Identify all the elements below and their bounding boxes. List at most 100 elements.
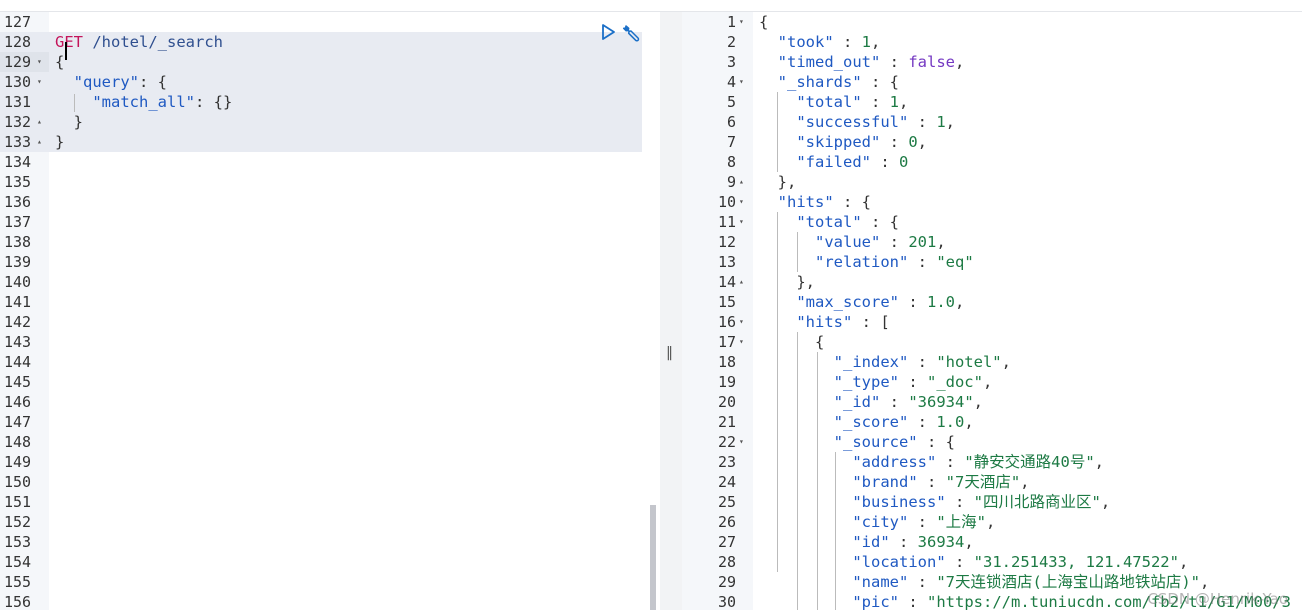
indent-guide <box>777 92 778 172</box>
fold-down-icon[interactable]: ▾ <box>739 72 744 92</box>
code-text: "value" : 201, <box>759 232 946 252</box>
token-punc <box>759 233 815 251</box>
token-punc: : <box>833 33 862 51</box>
line-number: 143 <box>4 333 32 351</box>
token-key: "value" <box>815 233 881 251</box>
token-punc <box>759 533 852 551</box>
request-line: 142 <box>0 312 642 332</box>
token-punc: : { <box>861 73 899 91</box>
line-number: 141 <box>4 293 32 311</box>
token-punc: , <box>936 233 946 251</box>
response-line: 26 "city" : "上海", <box>682 512 1302 532</box>
token-punc: : { <box>139 73 167 91</box>
code-text: "took" : 1, <box>759 32 881 52</box>
line-number: 144 <box>4 353 32 371</box>
response-line: 17 ▾ { <box>682 332 1302 352</box>
token-punc: , <box>945 113 955 131</box>
token-key: "_id" <box>833 393 881 411</box>
fold-up-icon[interactable]: ▴ <box>37 132 42 152</box>
response-line: 3 "timed_out" : false, <box>682 52 1302 72</box>
code-text: } <box>55 112 83 132</box>
request-line: 139 <box>0 252 642 272</box>
token-key: "id" <box>852 533 890 551</box>
token-punc: , <box>1020 473 1030 491</box>
code-text: "match_all": {} <box>55 92 232 112</box>
token-punc: , <box>899 93 909 111</box>
request-line: 156 <box>0 592 642 610</box>
response-line: 1 ▾{ <box>682 12 1302 32</box>
token-num: 1 <box>936 113 946 131</box>
token-punc: : <box>889 533 918 551</box>
request-actions <box>600 23 642 43</box>
request-line: 141 <box>0 292 642 312</box>
line-number: 136 <box>4 193 32 211</box>
token-punc: }, <box>759 173 797 191</box>
request-line: 147 <box>0 412 642 432</box>
line-number: 21 <box>717 413 736 431</box>
code-text: "skipped" : 0, <box>759 132 927 152</box>
fold-down-icon[interactable]: ▾ <box>37 52 42 72</box>
token-key: "address" <box>852 453 937 471</box>
play-icon[interactable] <box>600 23 616 43</box>
code-text: "hits" : [ <box>759 312 889 332</box>
request-scrollbar[interactable] <box>650 505 656 610</box>
token-str: "_doc" <box>926 373 983 391</box>
token-key: "took" <box>777 33 834 51</box>
fold-down-icon[interactable]: ▾ <box>739 332 744 352</box>
fold-down-icon[interactable]: ▾ <box>739 312 744 332</box>
pane-divider[interactable]: ‖ <box>660 12 682 610</box>
token-bool: false <box>908 53 955 71</box>
fold-down-icon[interactable]: ▾ <box>739 432 744 452</box>
response-line: 7 "skipped" : 0, <box>682 132 1302 152</box>
token-punc: : <box>861 93 890 111</box>
request-line: 138 <box>0 232 642 252</box>
request-line: 131 "match_all": {} <box>0 92 642 112</box>
token-punc: , <box>1094 453 1104 471</box>
token-punc <box>759 73 778 91</box>
resize-handle-icon[interactable]: ‖ <box>666 345 673 361</box>
line-number: 13 <box>717 253 736 271</box>
wrench-icon[interactable] <box>622 23 642 43</box>
fold-down-icon[interactable]: ▾ <box>739 192 744 212</box>
line-number: 28 <box>717 553 736 571</box>
request-line: 145 <box>0 372 642 392</box>
line-number: 19 <box>717 373 736 391</box>
request-line: 149 <box>0 452 642 472</box>
fold-up-icon[interactable]: ▴ <box>37 112 42 132</box>
fold-down-icon[interactable]: ▾ <box>739 12 744 32</box>
token-num: 1 <box>861 33 872 51</box>
token-key: "_source" <box>833 433 918 451</box>
request-editor[interactable]: 127 128 GET /hotel/_search 129 ▾{130 ▾ "query… <box>0 12 660 610</box>
request-path: /hotel/_search <box>83 33 223 51</box>
fold-up-icon[interactable]: ▴ <box>739 272 744 292</box>
fold-down-icon[interactable]: ▾ <box>37 72 42 92</box>
response-line: 9 ▴ }, <box>682 172 1302 192</box>
token-punc: } <box>55 133 65 151</box>
code-text: "id" : 36934, <box>759 532 973 552</box>
line-number: 25 <box>717 493 736 511</box>
line-number: 134 <box>4 153 32 171</box>
token-key: "_shards" <box>777 73 862 91</box>
token-punc: : { <box>861 213 899 231</box>
response-line: 15 "max_score" : 1.0, <box>682 292 1302 312</box>
http-method: GET <box>55 33 83 51</box>
indent-guide <box>777 212 778 572</box>
token-punc <box>759 473 852 491</box>
response-line: 25 "business" : "四川北路商业区", <box>682 492 1302 512</box>
token-key: "business" <box>852 493 946 511</box>
code-text: "name" : "7天连锁酒店(上海宝山路地铁站店)", <box>759 572 1209 592</box>
line-number: 15 <box>717 293 736 311</box>
token-key: "failed" <box>796 153 871 171</box>
code-text: "max_score" : 1.0, <box>759 292 964 312</box>
token-key: "hits" <box>796 313 853 331</box>
code-text: GET /hotel/_search <box>55 32 223 52</box>
token-key: "hits" <box>777 193 834 211</box>
response-line: 20 "_id" : "36934", <box>682 392 1302 412</box>
response-line: 28 "location" : "31.251433, 121.47522", <box>682 552 1302 572</box>
token-punc: : <box>908 253 937 271</box>
fold-down-icon[interactable]: ▾ <box>739 212 744 232</box>
token-punc: : <box>908 353 937 371</box>
token-punc <box>759 33 778 51</box>
token-key: "city" <box>852 513 909 531</box>
fold-up-icon[interactable]: ▴ <box>739 172 744 192</box>
